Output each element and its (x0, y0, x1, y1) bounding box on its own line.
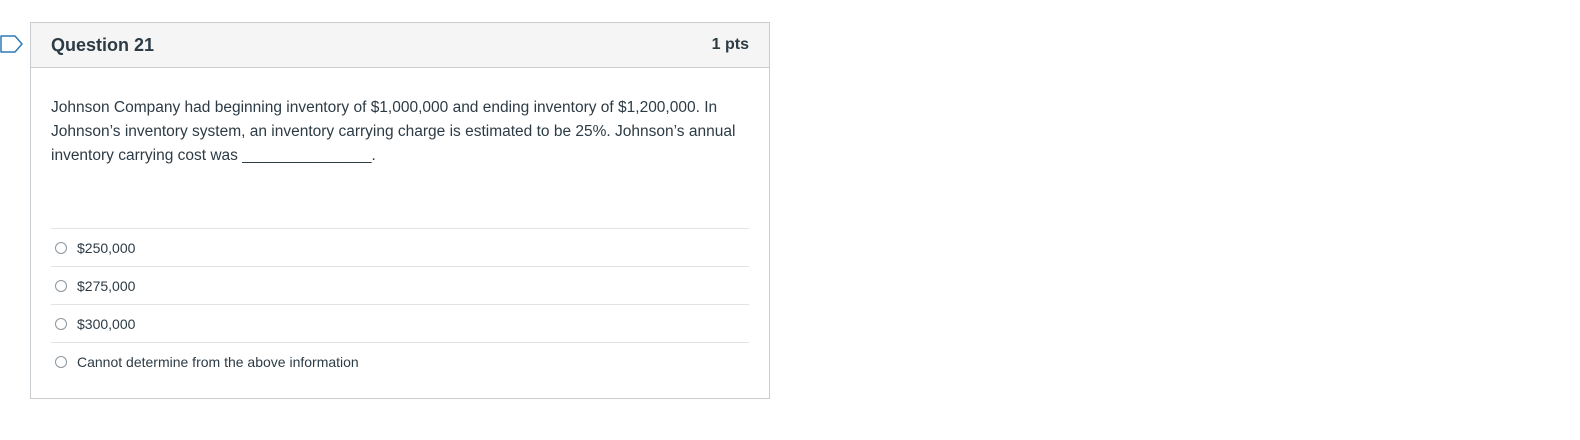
answer-option-4[interactable]: Cannot determine from the above informat… (51, 343, 749, 380)
radio-icon[interactable] (55, 279, 67, 292)
answer-label: $250,000 (77, 239, 136, 256)
question-card: Question 21 1 pts Johnson Company had be… (30, 22, 770, 399)
question-points: 1 pts (711, 36, 749, 53)
question-text: Johnson Company had beginning inventory … (51, 99, 736, 164)
answer-label: $300,000 (77, 315, 136, 332)
radio-icon[interactable] (55, 355, 67, 368)
answer-option-1[interactable]: $250,000 (51, 229, 749, 267)
flag-question-icon[interactable] (0, 35, 24, 53)
answer-label: $275,000 (77, 277, 136, 294)
quiz-page: Question 21 1 pts Johnson Company had be… (0, 0, 1580, 440)
answer-label: Cannot determine from the above informat… (77, 353, 359, 370)
answer-list: $250,000 $275,000 $300,000 Cannot determ… (51, 228, 749, 380)
answer-option-2[interactable]: $275,000 (51, 267, 749, 305)
question-header: Question 21 1 pts (31, 23, 769, 68)
radio-icon[interactable] (55, 241, 67, 254)
radio-icon[interactable] (55, 317, 67, 330)
question-title: Question 21 (51, 34, 155, 55)
question-body: Johnson Company had beginning inventory … (31, 68, 769, 380)
answer-option-3[interactable]: $300,000 (51, 305, 749, 343)
